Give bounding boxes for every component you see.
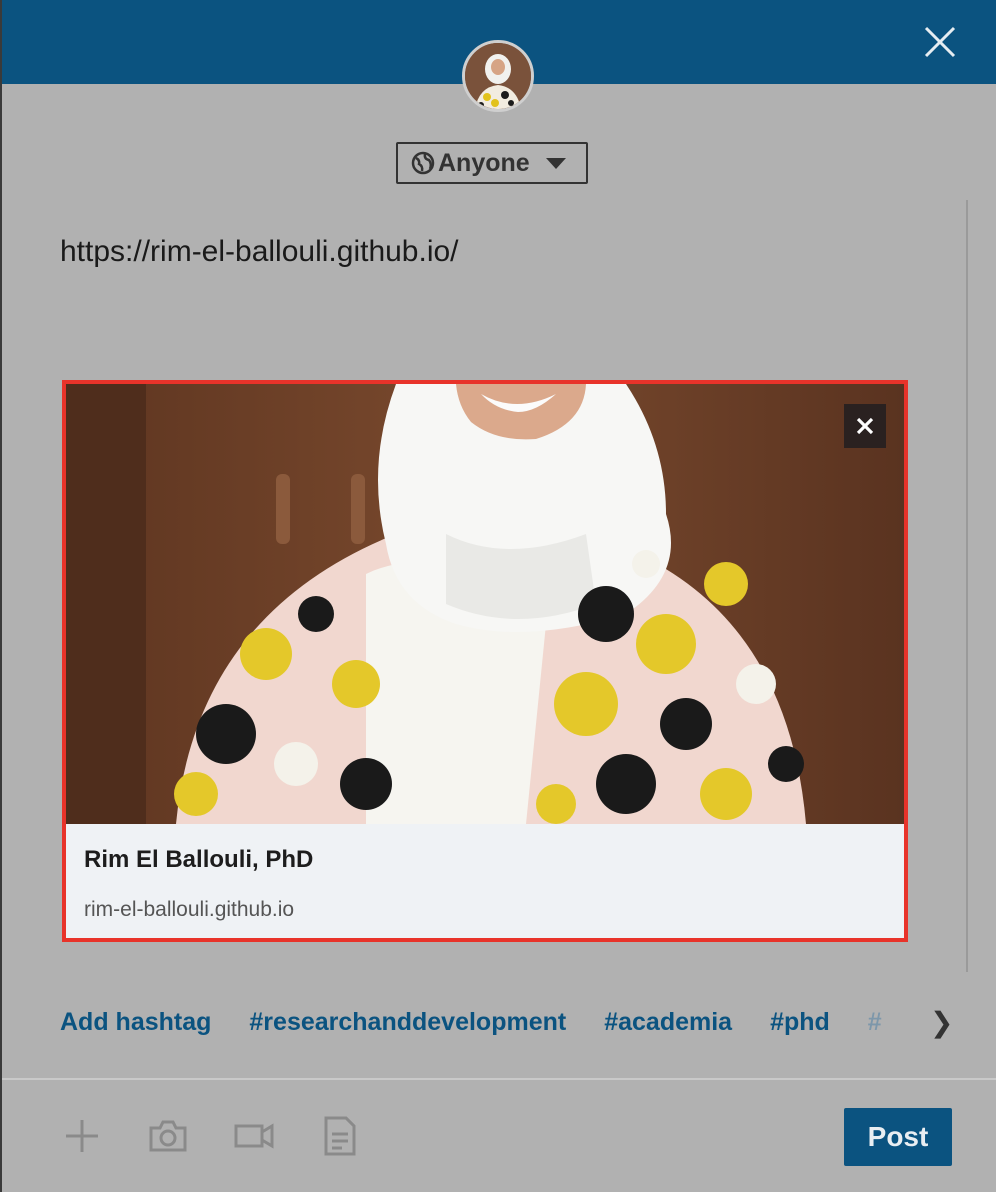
camera-icon: [149, 1120, 187, 1152]
add-content-button[interactable]: [62, 1116, 102, 1156]
footer-divider: [2, 1078, 996, 1080]
globe-icon: [411, 151, 435, 175]
hashtag-bar: Add hashtag #researchanddevelopment #aca…: [60, 1004, 950, 1040]
document-icon: [324, 1116, 356, 1156]
add-document-button[interactable]: [320, 1116, 360, 1156]
window-edge: [0, 0, 2, 1192]
link-preview-image: [66, 384, 904, 824]
close-icon: [924, 26, 956, 58]
add-hashtag-button[interactable]: Add hashtag: [60, 1008, 211, 1037]
hashtag-suggestion[interactable]: #: [868, 1008, 882, 1037]
plus-icon: [66, 1120, 98, 1152]
preview-domain: rim-el-ballouli.github.io: [84, 898, 295, 921]
remove-preview-button[interactable]: [844, 404, 886, 448]
hashtag-suggestion[interactable]: #researchanddevelopment: [249, 1008, 566, 1037]
chevron-right-icon[interactable]: ❯: [930, 1006, 950, 1039]
hashtag-suggestion[interactable]: #academia: [604, 1008, 732, 1037]
visibility-label: Anyone: [438, 148, 530, 177]
hashtag-suggestion[interactable]: #phd: [770, 1008, 830, 1037]
scrollbar[interactable]: [966, 200, 968, 972]
close-button[interactable]: [918, 20, 962, 64]
link-preview-card[interactable]: Rim El Ballouli, PhD rim-el-ballouli.git…: [62, 380, 908, 942]
add-photo-button[interactable]: [148, 1116, 188, 1156]
chevron-down-icon: [545, 157, 566, 169]
avatar: [462, 40, 534, 112]
post-text-input[interactable]: https://rim-el-ballouli.github.io/: [60, 232, 940, 352]
video-icon: [234, 1123, 274, 1149]
close-icon: [856, 417, 874, 435]
visibility-dropdown[interactable]: Anyone: [396, 142, 588, 184]
add-video-button[interactable]: [234, 1116, 274, 1156]
post-button[interactable]: Post: [844, 1108, 952, 1166]
preview-title: Rim El Ballouli, PhD: [84, 846, 314, 873]
